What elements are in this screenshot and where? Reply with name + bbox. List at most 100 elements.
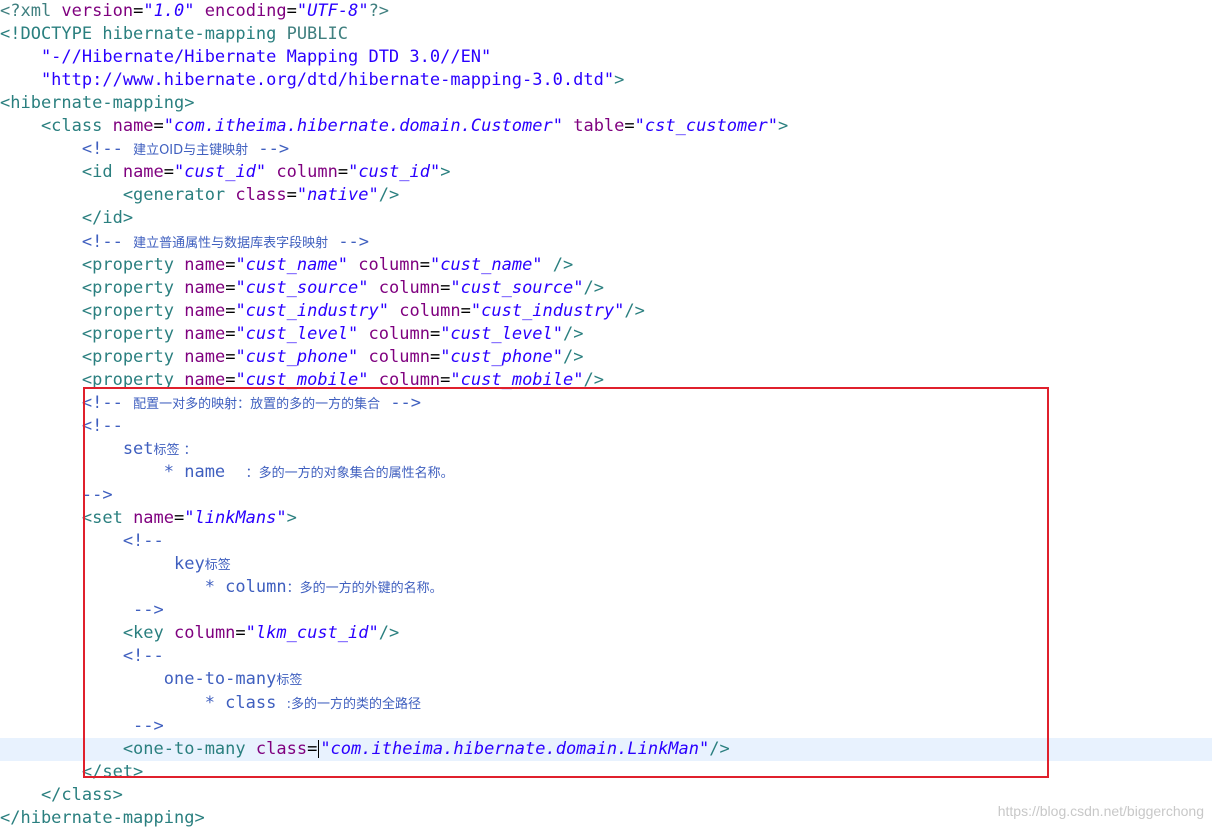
code-token: =	[307, 738, 318, 759]
code-token: <property	[0, 300, 185, 321]
code-line[interactable]: <!-- 配置一对多的映射：放置的多的一方的集合 -->	[0, 392, 1212, 415]
code-line[interactable]: <?xml version="1.0" encoding="UTF-8"?>	[0, 0, 1212, 23]
code-token: "cust_source"	[450, 277, 584, 298]
code-line[interactable]: "http://www.hibernate.org/dtd/hibernate-…	[0, 69, 1212, 92]
code-token: 配置一对多的映射：放置的多的一方的集合	[133, 396, 381, 412]
code-token: -->	[0, 485, 113, 506]
code-token: encoding	[204, 1, 287, 21]
code-token: <one-to-many	[0, 738, 256, 759]
code-token: -->	[328, 231, 370, 252]
code-line[interactable]: <generator class="native"/>	[0, 184, 1212, 207]
code-line[interactable]: <id name="cust_id" column="cust_id">	[0, 161, 1212, 184]
code-token: <set	[0, 508, 134, 529]
code-token: name	[184, 323, 226, 344]
code-token: "com.itheima.hibernate.domain.LinkMan"	[320, 738, 710, 759]
code-line[interactable]: <!--	[0, 415, 1212, 438]
code-token: -->	[0, 715, 164, 736]
code-token: =	[225, 300, 236, 321]
code-token: name	[184, 254, 226, 275]
code-line[interactable]: <property name="cust_industry" column="c…	[0, 300, 1212, 323]
code-token: column	[276, 162, 338, 183]
code-token: "cust_level"	[440, 323, 564, 344]
watermark: https://blog.csdn.net/biggerchong	[997, 803, 1204, 819]
code-token: =	[429, 346, 441, 367]
code-line[interactable]: "-//Hibernate/Hibernate Mapping DTD 3.0/…	[0, 46, 1212, 69]
code-token: "native"	[296, 185, 379, 206]
code-line[interactable]: <!DOCTYPE hibernate-mapping PUBLIC	[0, 23, 1212, 46]
code-line[interactable]: </set>	[0, 761, 1212, 784]
code-token: </class>	[0, 784, 123, 805]
code-line[interactable]: <property name="cust_phone" column="cust…	[0, 346, 1212, 369]
code-token: =	[225, 369, 236, 390]
code-token: -->	[0, 600, 164, 621]
code-line[interactable]: <property name="cust_name" column="cust_…	[0, 254, 1212, 277]
code-line[interactable]: -->	[0, 715, 1212, 738]
code-token: <property	[0, 277, 185, 298]
code-line[interactable]: -->	[0, 484, 1212, 507]
code-token: =	[460, 300, 471, 321]
code-editor[interactable]: <?xml version="1.0" encoding="UTF-8"?> <!…	[0, 0, 1212, 828]
code-line[interactable]: <key column="lkm_cust_id"/>	[0, 622, 1212, 645]
code-token: "cust_source"	[235, 277, 369, 298]
code-token: column	[378, 369, 441, 390]
code-line[interactable]: * class :多的一方的类的全路径	[0, 692, 1212, 715]
code-token: ：多的一方的外键的名称。	[286, 581, 443, 597]
code-token: column	[368, 346, 430, 367]
code-token: <?xml	[0, 1, 62, 21]
code-line[interactable]: <!-- 建立普通属性与数据库表字段映射 -->	[0, 231, 1212, 254]
code-line[interactable]: <!-- 建立OID与主键映射 -->	[0, 138, 1212, 161]
code-token: <!--	[0, 415, 123, 436]
code-token: "1.0"	[143, 1, 195, 21]
code-token: =	[235, 623, 246, 644]
code-line[interactable]: <property name="cust_mobile" column="cus…	[0, 369, 1212, 392]
code-token: "lkm_cust_id"	[245, 623, 379, 644]
code-token: >	[440, 162, 451, 183]
code-line[interactable]: <class name="com.itheima.hibernate.domai…	[0, 115, 1212, 138]
code-line[interactable]: <!--	[0, 530, 1212, 553]
code-line[interactable]: <property name="cust_source" column="cus…	[0, 277, 1212, 300]
code-token: column	[358, 254, 420, 275]
code-line[interactable]: * name ：多的一方的对象集合的属性名称。	[0, 461, 1212, 484]
code-token: 标签 ：	[153, 442, 197, 458]
code-token: "http://www.hibernate.org/dtd/hibernate-…	[0, 70, 615, 91]
code-line[interactable]: <property name="cust_level" column="cust…	[0, 323, 1212, 346]
code-token: "cust_mobile"	[450, 369, 584, 390]
code-line[interactable]: </id>	[0, 207, 1212, 230]
code-line[interactable]: <one-to-many class= "com.itheima.hibernat…	[0, 737, 1212, 761]
code-token: name	[184, 346, 226, 367]
code-line[interactable]: <set name="linkMans">	[0, 507, 1212, 530]
code-token: />	[583, 369, 604, 390]
code-token: =	[429, 323, 441, 344]
code-token: "cust_name"	[429, 254, 543, 275]
code-line[interactable]: <!--	[0, 645, 1212, 668]
code-token: * column	[0, 577, 287, 598]
code-line[interactable]: <hibernate-mapping>	[0, 92, 1212, 115]
code-line[interactable]: set标签 ：	[0, 438, 1212, 461]
code-token: =	[440, 277, 451, 298]
code-token: </id>	[0, 208, 134, 229]
code-token: "cust_id"	[174, 162, 267, 183]
code-token: * class	[0, 692, 287, 713]
code-token: <class	[0, 116, 113, 137]
code-token: />	[583, 277, 604, 298]
code-token: one-to-many	[0, 669, 277, 690]
code-token: <!--	[0, 646, 164, 667]
code-line[interactable]: -->	[0, 599, 1212, 622]
code-line[interactable]: * column：多的一方的外键的名称。	[0, 576, 1212, 599]
code-token: =	[174, 508, 185, 529]
code-token: <!--	[0, 392, 134, 413]
code-token: <!DOCTYPE hibernate-mapping	[0, 24, 287, 45]
code-token: "cust_phone"	[235, 346, 359, 367]
code-token: <!--	[0, 231, 134, 252]
code-line[interactable]: one-to-many标签	[0, 668, 1212, 691]
code-token: "cust_mobile"	[235, 369, 369, 390]
code-line[interactable]: key标签	[0, 553, 1212, 576]
code-token: <hibernate-mapping>	[0, 93, 195, 114]
code-token: "cust_industry"	[470, 300, 625, 321]
